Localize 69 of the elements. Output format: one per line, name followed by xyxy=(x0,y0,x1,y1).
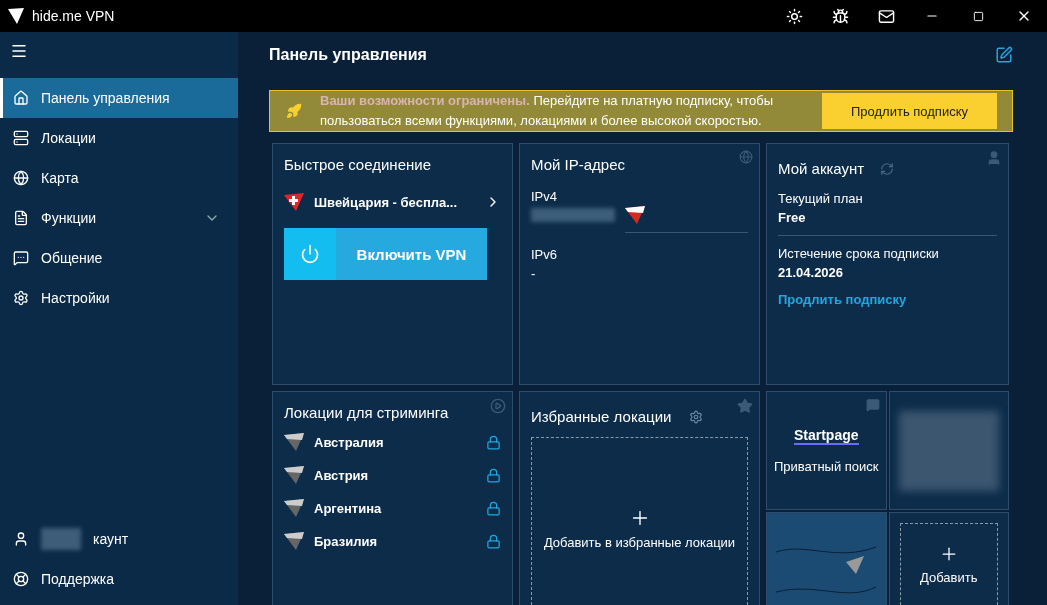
card-title: Быстрое соединение xyxy=(284,156,432,173)
bug-icon xyxy=(831,7,849,25)
flag-icon xyxy=(284,499,304,517)
banner-text: Ваши возможности ограничены. Перейдите на платную подписку, чтобы пользоваться всеми функциями, локациями и более высокой скоростью. xyxy=(320,92,774,130)
card-title: Локации для стриминга xyxy=(284,404,450,421)
nav-item[interactable]: Карта xyxy=(0,158,238,198)
private-search-tile[interactable]: Startpage Приватный поиск xyxy=(766,391,887,510)
location-name[interactable]: Аргентина xyxy=(314,500,476,516)
globe-icon xyxy=(13,170,29,186)
star-icon xyxy=(737,398,753,414)
location-name[interactable]: Швейцария - беспла... xyxy=(314,194,475,210)
ipv6-value: - xyxy=(531,266,537,281)
user-icon xyxy=(986,150,1002,166)
blurred-tile[interactable] xyxy=(888,391,1009,510)
ipv6-label: IPv6 xyxy=(531,247,558,262)
nav-item[interactable]: Панель управления xyxy=(0,78,238,118)
map-tile[interactable] xyxy=(766,512,887,605)
card-title: Мой аккаунт xyxy=(778,160,865,177)
rocket-icon xyxy=(286,103,302,119)
nav-item[interactable]: Общение xyxy=(0,238,238,278)
play-icon xyxy=(490,398,506,414)
blurred-block xyxy=(41,528,81,550)
power-icon xyxy=(300,244,320,264)
location-name[interactable]: Австрия xyxy=(314,467,476,483)
nav-item[interactable]: каунт xyxy=(0,519,238,559)
menu-icon xyxy=(10,42,28,60)
globe-icon xyxy=(739,150,753,164)
window-title: hide.me VPN xyxy=(32,8,116,24)
lifebuoy-icon xyxy=(13,571,29,587)
mail-icon xyxy=(877,7,895,25)
location-name[interactable]: Австралия xyxy=(314,434,476,450)
renew-link[interactable]: Продлить подписку xyxy=(778,292,997,307)
home-icon xyxy=(13,90,29,106)
flag-icon xyxy=(284,193,304,211)
nav-item[interactable]: Функции xyxy=(0,198,238,238)
document-icon xyxy=(13,210,29,226)
tile-label: Приватный поиск xyxy=(773,459,879,474)
plan-label: Текущий план xyxy=(778,191,864,206)
flag-icon xyxy=(284,433,304,451)
renew-button[interactable]: Продлить подписку xyxy=(822,93,997,129)
chat-icon xyxy=(865,398,880,412)
maximize-icon xyxy=(972,10,984,22)
expiry-label: Истечение срока подписки xyxy=(778,246,940,261)
refresh-icon[interactable] xyxy=(880,161,895,176)
settings-icon[interactable] xyxy=(689,409,704,424)
nav-item[interactable]: Настройки xyxy=(0,278,238,318)
server-icon xyxy=(13,130,29,146)
add-favorite-area[interactable]: Добавить в избранные локации xyxy=(531,437,748,605)
flag-icon xyxy=(625,206,645,224)
nav-item[interactable]: Локации xyxy=(0,118,238,158)
logo-icon xyxy=(8,8,24,24)
plan-value: Free xyxy=(778,210,807,225)
edit-icon[interactable] xyxy=(995,46,1013,64)
expiry-date: 21.04.2026 xyxy=(778,265,845,280)
add-area[interactable]: Добавить xyxy=(899,523,998,605)
settings-icon xyxy=(13,290,29,306)
flag-icon xyxy=(284,532,304,550)
card-title: Мой IP-адрес xyxy=(531,156,626,173)
ipv4-label: IPv4 xyxy=(531,189,558,204)
chat-icon xyxy=(13,250,29,266)
card-title: Избранные локации xyxy=(531,408,672,425)
startpage-logo: Startpage xyxy=(793,427,859,445)
sun-icon xyxy=(785,7,803,25)
location-name[interactable]: Бразилия xyxy=(314,533,476,549)
flag-icon xyxy=(284,466,304,484)
nav-item[interactable]: Поддержка xyxy=(0,559,238,599)
menu-button[interactable] xyxy=(10,42,28,60)
user-icon xyxy=(13,531,29,547)
page-title: Панель управления xyxy=(269,46,427,64)
